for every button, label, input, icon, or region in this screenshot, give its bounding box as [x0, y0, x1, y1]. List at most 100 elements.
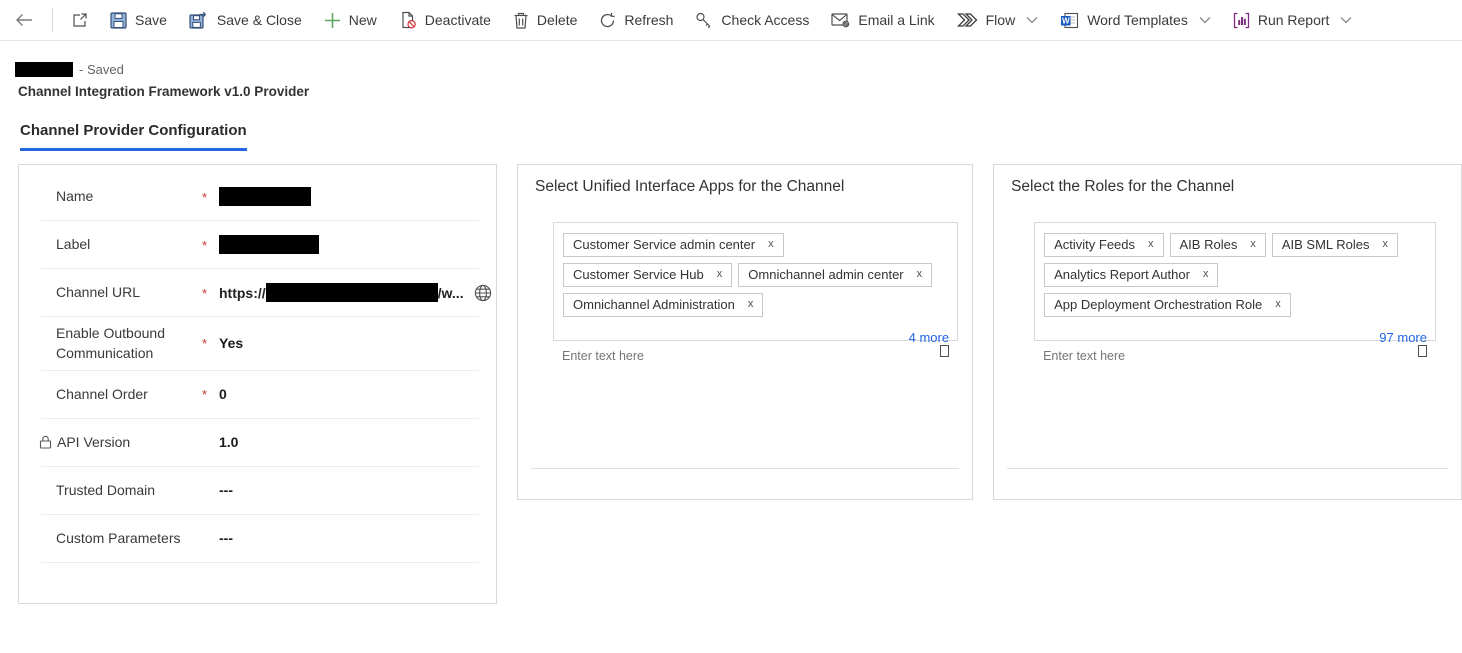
toolbar-word-templates-label: Word Templates	[1087, 12, 1188, 28]
field-label: API Version	[39, 432, 202, 452]
report-icon	[1233, 12, 1250, 29]
flow-icon	[957, 12, 978, 28]
save-close-icon	[189, 11, 209, 29]
field-value[interactable]: 1.0	[219, 434, 479, 450]
field-label-text: Custom Parameters	[56, 528, 180, 548]
record-save-status: - Saved	[79, 62, 124, 77]
tag-chip: Activity Feedsx	[1044, 233, 1163, 257]
lock-icon	[39, 435, 52, 449]
unified-interface-apps-panel: Select Unified Interface Apps for the Ch…	[517, 164, 973, 500]
record-header: - Saved Channel Integration Framework v1…	[15, 62, 1462, 99]
form-row: API Version 1.0	[41, 419, 479, 467]
apps-input-placeholder[interactable]: Enter text here	[562, 349, 644, 364]
tag-remove-icon[interactable]: x	[1250, 239, 1256, 250]
field-value-text: ---	[219, 482, 233, 498]
toolbar-flow-button[interactable]: Flow	[946, 0, 1050, 40]
roles-more-link[interactable]: 97 more	[1379, 330, 1427, 345]
toolbar-save-label: Save	[135, 12, 167, 28]
tag-remove-icon[interactable]: x	[748, 299, 754, 310]
roles-panel-title: Select the Roles for the Channel	[1011, 178, 1461, 196]
main-content: Name*Label*Channel URL*https:///w...Enab…	[18, 164, 1462, 604]
toolbar-popout-button[interactable]	[60, 0, 99, 40]
required-asterisk: *	[202, 386, 219, 402]
toolbar-email-a-link-button[interactable]: Email a Link	[820, 0, 945, 40]
form-row: Name*	[41, 173, 479, 221]
tag-label: AIB SML Roles	[1282, 237, 1370, 252]
tag-chip: AIB SML Roles x	[1272, 233, 1398, 257]
tab-channel-provider-configuration[interactable]: Channel Provider Configuration	[20, 122, 247, 151]
entity-type-label: Channel Integration Framework v1.0 Provi…	[18, 84, 1462, 99]
field-value[interactable]: https:///w...	[219, 283, 492, 302]
field-label: Label	[56, 234, 202, 254]
field-value[interactable]: ---	[219, 530, 479, 546]
form-row: Trusted Domain---	[41, 467, 479, 515]
form-row: Label*	[41, 221, 479, 269]
key-icon	[695, 12, 713, 29]
field-label: Custom Parameters	[56, 528, 202, 548]
field-value-text: 0	[219, 386, 227, 402]
required-asterisk	[202, 538, 219, 539]
form-row: Channel Order *0	[41, 371, 479, 419]
toolbar-check-access-button[interactable]: Check Access	[684, 0, 820, 40]
tag-chip: Customer Service Hub x	[563, 263, 732, 287]
tag-label: AIB Roles	[1180, 237, 1238, 252]
toolbar-word-templates-button[interactable]: W Word Templates	[1049, 0, 1222, 40]
apps-tag-input[interactable]: Customer Service admin centerxCustomer S…	[553, 222, 958, 341]
field-value[interactable]: ---	[219, 482, 479, 498]
back-arrow-icon	[15, 12, 34, 28]
tab-strip: Channel Provider Configuration	[20, 122, 1462, 151]
field-label-text: Name	[56, 186, 93, 206]
email-icon	[831, 12, 850, 28]
toolbar-email-a-link-label: Email a Link	[858, 12, 934, 28]
apps-more-link[interactable]: 4 more	[909, 330, 949, 345]
toolbar-refresh-button[interactable]: Refresh	[588, 0, 684, 40]
toolbar-deactivate-button[interactable]: Deactivate	[388, 0, 502, 40]
tag-label: Customer Service admin center	[573, 237, 755, 252]
toolbar-save-and-close-button[interactable]: Save & Close	[178, 0, 313, 40]
field-label-text: Channel Order	[56, 384, 148, 404]
toolbar-save-button[interactable]: Save	[99, 0, 178, 40]
field-value-text: 1.0	[219, 434, 238, 450]
tag-remove-icon[interactable]: x	[768, 239, 774, 250]
tag-remove-icon[interactable]: x	[1148, 239, 1154, 250]
toolbar-flow-label: Flow	[986, 12, 1016, 28]
globe-icon[interactable]	[474, 284, 492, 302]
toolbar-run-report-button[interactable]: Run Report	[1222, 0, 1364, 40]
apps-missing-glyph-icon	[940, 345, 949, 357]
apps-panel-divider	[531, 468, 959, 469]
tag-chip: Customer Service admin center x	[563, 233, 784, 257]
tag-label: Customer Service Hub	[573, 267, 704, 282]
roles-tag-input[interactable]: Activity FeedsxAIB RolesxAIB SML RolesxA…	[1034, 222, 1436, 341]
tag-label: App Deployment Orchestration Role	[1054, 297, 1262, 312]
deactivate-icon	[399, 11, 417, 29]
chevron-down-icon	[1026, 16, 1038, 24]
toolbar-check-access-label: Check Access	[721, 12, 809, 28]
record-title-row: - Saved	[15, 62, 1462, 77]
roles-input-placeholder[interactable]: Enter text here	[1043, 349, 1125, 364]
toolbar-deactivate-label: Deactivate	[425, 12, 491, 28]
field-value[interactable]: 0	[219, 386, 479, 402]
field-label-text: Channel URL	[56, 282, 140, 302]
field-value[interactable]	[219, 187, 479, 206]
tag-remove-icon[interactable]: x	[1203, 269, 1209, 280]
field-value[interactable]	[219, 235, 479, 254]
tag-remove-icon[interactable]: x	[717, 269, 723, 280]
tag-chip: Analytics Report Author x	[1044, 263, 1218, 287]
apps-input-row: Enter text here	[562, 345, 949, 364]
tag-remove-icon[interactable]: x	[1275, 299, 1281, 310]
toolbar-new-button[interactable]: New	[313, 0, 388, 40]
form-row: Custom Parameters ---	[41, 515, 479, 563]
apps-tag-list: Customer Service admin centerxCustomer S…	[562, 230, 949, 320]
tag-label: Analytics Report Author	[1054, 267, 1190, 282]
tag-remove-icon[interactable]: x	[1383, 239, 1389, 250]
toolbar-delete-button[interactable]: Delete	[502, 0, 588, 40]
tag-remove-icon[interactable]: x	[917, 269, 923, 280]
field-label: Channel Order	[56, 384, 202, 404]
svg-text:W: W	[1062, 16, 1070, 25]
roles-input-row: Enter text here	[1043, 345, 1427, 364]
redacted-value	[219, 235, 319, 254]
toolbar-back-button[interactable]	[4, 0, 45, 40]
channel-provider-form-panel: Name*Label*Channel URL*https:///w...Enab…	[18, 164, 497, 604]
roles-panel: Select the Roles for the Channel Activit…	[993, 164, 1462, 500]
field-value[interactable]: Yes	[219, 335, 479, 351]
